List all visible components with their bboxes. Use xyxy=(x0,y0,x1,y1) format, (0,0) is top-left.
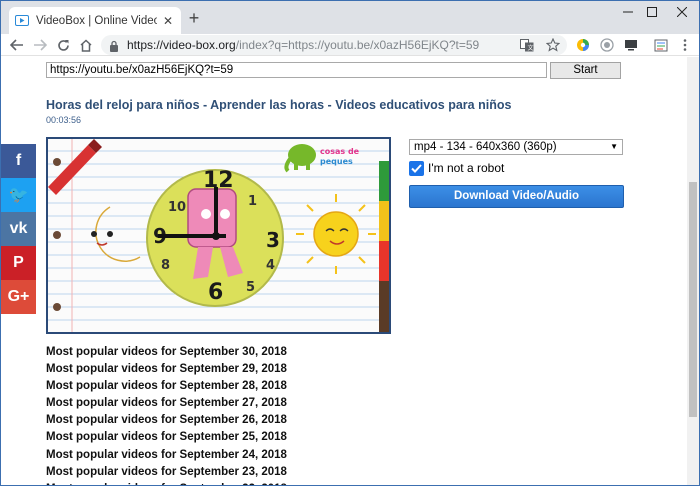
svg-text:4: 4 xyxy=(266,258,275,273)
twitter-icon[interactable]: 🐦 xyxy=(1,178,36,212)
url-path: /index?q=https://youtu.be/x0azH56EjKQ?t=… xyxy=(235,38,480,52)
download-button[interactable]: Download Video/Audio xyxy=(409,185,624,208)
translate-icon[interactable]: 文 xyxy=(519,37,535,53)
start-button[interactable]: Start xyxy=(550,62,621,79)
popular-videos-link[interactable]: Most popular videos for September 22, 20… xyxy=(46,481,287,485)
vk-icon[interactable]: vk xyxy=(1,212,36,246)
extension-colorful-icon[interactable] xyxy=(575,37,591,53)
extension-monitor-icon[interactable] xyxy=(623,37,639,53)
extension-grey-icon[interactable] xyxy=(599,37,615,53)
logo-text-line1: cosas de xyxy=(320,147,360,156)
videobox-favicon-icon xyxy=(15,15,29,27)
video-title: Horas del reloj para niños - Aprender la… xyxy=(46,98,512,112)
url-host: https://video-box.org xyxy=(127,38,236,52)
popular-videos-link[interactable]: Most popular videos for September 28, 20… xyxy=(46,378,287,395)
svg-text:10: 10 xyxy=(168,200,186,215)
bookmark-star-icon[interactable] xyxy=(545,37,561,53)
forward-icon[interactable] xyxy=(30,36,50,54)
checkbox-checked-icon[interactable] xyxy=(409,160,424,176)
home-icon[interactable] xyxy=(76,36,96,54)
video-url-input[interactable]: https://youtu.be/x0azH56EjKQ?t=59 xyxy=(46,62,547,78)
robot-check[interactable]: I'm not a robot xyxy=(409,160,504,176)
popular-videos-link[interactable]: Most popular videos for September 23, 20… xyxy=(46,464,287,481)
popular-videos-link[interactable]: Most popular videos for September 24, 20… xyxy=(46,447,287,464)
scrollbar[interactable] xyxy=(687,57,699,485)
svg-text:5: 5 xyxy=(246,280,255,295)
format-select[interactable]: mp4 - 134 - 640x360 (360p) ▼ xyxy=(409,139,623,155)
svg-text:6: 6 xyxy=(208,280,223,305)
url-text: https://video-box.org/index?q=https://yo… xyxy=(127,38,479,52)
address-bar[interactable]: https://video-box.org/index?q=https://yo… xyxy=(101,35,567,55)
browser-window: VideoBox | Online Video Conve ✕ + xyxy=(0,0,700,486)
menu-kebab-icon[interactable] xyxy=(677,37,693,53)
video-duration: 00:03:56 xyxy=(46,115,82,125)
logo-text-line2: peques xyxy=(320,157,353,166)
tab-title: VideoBox | Online Video Conve xyxy=(36,14,157,27)
tab-strip: VideoBox | Online Video Conve ✕ + xyxy=(1,1,699,34)
browser-toolbar: https://video-box.org/index?q=https://yo… xyxy=(1,34,699,56)
reload-icon[interactable] xyxy=(53,36,73,54)
pinterest-icon[interactable]: P xyxy=(1,246,36,280)
thumbnail-illustration: 12 9 3 6 10 1 8 4 5 xyxy=(48,139,389,332)
popular-videos-link[interactable]: Most popular videos for September 25, 20… xyxy=(46,429,287,446)
scrollbar-thumb[interactable] xyxy=(689,182,697,417)
svg-text:3: 3 xyxy=(266,228,280,252)
format-select-value: mp4 - 134 - 640x360 (360p) xyxy=(414,141,557,153)
popular-videos-link[interactable]: Most popular videos for September 27, 20… xyxy=(46,395,287,412)
googleplus-icon[interactable]: G+ xyxy=(1,280,36,314)
video-thumbnail[interactable]: 12 9 3 6 10 1 8 4 5 xyxy=(46,137,391,334)
popular-videos-list: Most popular videos for September 30, 20… xyxy=(46,344,287,485)
new-tab-icon[interactable]: + xyxy=(185,9,203,27)
popular-videos-link[interactable]: Most popular videos for September 30, 20… xyxy=(46,344,287,361)
browser-tab[interactable]: VideoBox | Online Video Conve ✕ xyxy=(9,7,181,34)
extension-tasks-icon[interactable] xyxy=(653,37,669,53)
svg-text:1: 1 xyxy=(248,194,257,209)
chevron-down-icon: ▼ xyxy=(610,142,618,151)
robot-label: I'm not a robot xyxy=(428,161,505,175)
popular-videos-link[interactable]: Most popular videos for September 29, 20… xyxy=(46,361,287,378)
popular-videos-link[interactable]: Most popular videos for September 26, 20… xyxy=(46,412,287,429)
svg-text:文: 文 xyxy=(528,44,534,52)
svg-text:8: 8 xyxy=(161,258,170,273)
page-content: https://youtu.be/x0azH56EjKQ?t=59 Start … xyxy=(1,57,687,485)
share-bar: f 🐦 vk P G+ xyxy=(1,144,36,314)
lock-icon xyxy=(109,39,119,52)
facebook-icon[interactable]: f xyxy=(1,144,36,178)
close-tab-icon[interactable]: ✕ xyxy=(161,14,175,28)
back-icon[interactable] xyxy=(7,36,27,54)
close-window-icon[interactable] xyxy=(659,1,699,23)
